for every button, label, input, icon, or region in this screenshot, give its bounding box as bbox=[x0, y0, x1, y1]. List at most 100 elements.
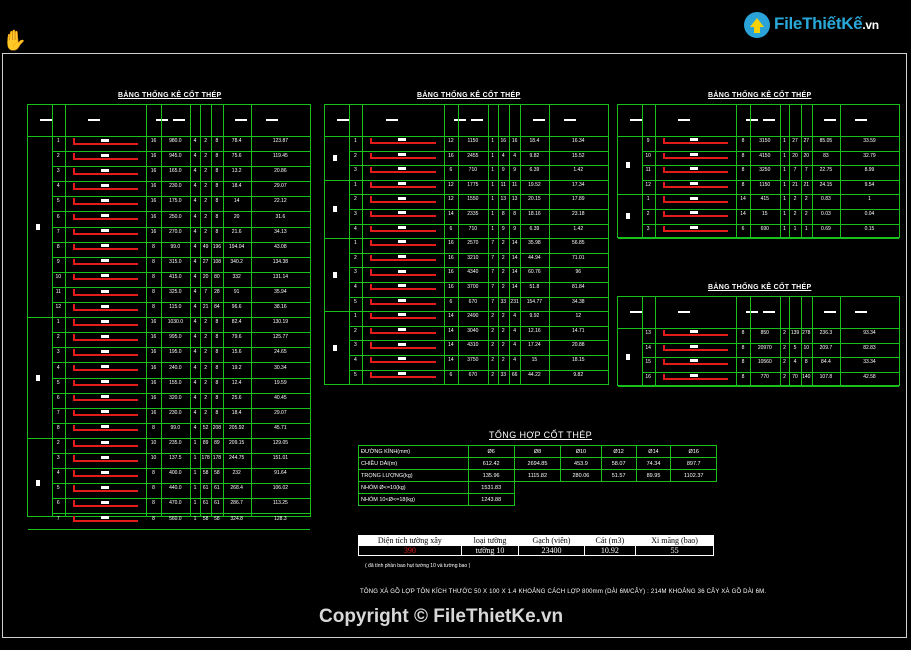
table-cell: 12 bbox=[55, 304, 62, 311]
rebar-hook bbox=[369, 181, 372, 189]
table-cell: 130.19 bbox=[272, 319, 289, 326]
table-cell: 1 bbox=[354, 181, 357, 188]
table-cell: 16 bbox=[150, 168, 157, 175]
table-cell: 850 bbox=[760, 330, 769, 336]
rebar-shape bbox=[662, 156, 728, 159]
table-cell: 14 bbox=[448, 313, 454, 320]
cell: Ø14 bbox=[635, 445, 672, 458]
table-cell: 1 bbox=[56, 319, 60, 326]
rebar-hook bbox=[662, 181, 665, 189]
table-row: 3 6 710 1 9 9 6.39 1.42 bbox=[349, 165, 608, 181]
table-cell: 11 bbox=[500, 181, 506, 188]
table-cell: 3 bbox=[56, 455, 60, 462]
table-cell: 29.07 bbox=[274, 183, 287, 190]
table-cell: 44.22 bbox=[528, 371, 541, 378]
table-cell: 3 bbox=[56, 349, 60, 356]
table-cell: 8 bbox=[56, 424, 60, 431]
cell: NHÓM 10<Ø<=18(kg) bbox=[358, 493, 469, 506]
group-cell bbox=[325, 136, 350, 181]
rebar-dimension-label bbox=[100, 485, 109, 489]
table-cell: 5 bbox=[56, 379, 60, 386]
table-row: 5 16 175.0 4 2 8 14 22.12 bbox=[51, 196, 310, 213]
rebar-dimension-label bbox=[397, 211, 406, 215]
rebar-dimension-label bbox=[397, 313, 406, 317]
group-label-mark bbox=[626, 354, 630, 360]
table-cell: 10 bbox=[803, 344, 810, 351]
table-cell: 2 bbox=[783, 373, 786, 380]
table-cell: 4 bbox=[193, 168, 197, 175]
group-cell bbox=[28, 317, 52, 439]
rebar-shape bbox=[369, 171, 436, 174]
cell: Gạch (viên) bbox=[518, 535, 585, 546]
table-cell: 4 bbox=[56, 183, 60, 190]
rebar-hook bbox=[72, 379, 75, 387]
table-cell: 8 bbox=[215, 334, 219, 341]
table-row: 4 8 400.0 1 58 58 232 91.64 bbox=[51, 468, 310, 485]
rebar-shape bbox=[369, 215, 436, 218]
table-row: 1 12 1775 1 11 11 19.52 17.34 bbox=[349, 180, 608, 196]
cell: 10.92 bbox=[583, 545, 637, 556]
rebar-hook bbox=[72, 455, 75, 462]
table-cell: 22.75 bbox=[819, 167, 833, 174]
table3-title: BẢNG THỐNG KÊ CỐT THÉP bbox=[708, 92, 812, 99]
table-row: 15 8 10560 2 4 8 84.4 33.34 bbox=[641, 357, 899, 373]
group-cell bbox=[325, 180, 350, 240]
table-cell: 6.39 bbox=[529, 167, 540, 174]
table-cell: 1 bbox=[193, 485, 197, 492]
table-cell: 165.0 bbox=[169, 168, 182, 175]
rebar-dimension-label bbox=[690, 182, 699, 186]
table-cell: 6.39 bbox=[529, 225, 540, 232]
table-cell: 96.6 bbox=[231, 304, 242, 311]
rebar-hook bbox=[369, 371, 372, 378]
table-cell: 235.0 bbox=[169, 440, 182, 446]
header-label-mark bbox=[824, 118, 837, 121]
group-cell bbox=[618, 328, 642, 387]
table-cell: 8 bbox=[152, 515, 155, 522]
table-cell: 670 bbox=[468, 371, 478, 378]
table-cell: 13 bbox=[511, 196, 518, 203]
rebar-shape bbox=[369, 332, 436, 335]
rebar-hook bbox=[72, 289, 75, 296]
rebar-dimension-label bbox=[100, 365, 109, 369]
table-cell: 16 bbox=[645, 373, 651, 380]
table-cell: 12.4 bbox=[231, 379, 242, 386]
rebar-hook bbox=[369, 152, 372, 159]
table-cell: 8 bbox=[152, 258, 155, 265]
rebar-dimension-label bbox=[397, 255, 406, 259]
table-cell: 16 bbox=[150, 153, 157, 160]
header-label-mark bbox=[385, 118, 398, 121]
header-label-mark bbox=[855, 118, 868, 121]
table-header bbox=[618, 105, 899, 137]
table-cell: 4 bbox=[193, 319, 197, 326]
header-label-mark bbox=[762, 118, 775, 121]
table-cell: 82.4 bbox=[231, 319, 242, 326]
site-logo[interactable]: FileThiếtKế.vn bbox=[742, 10, 892, 46]
table-cell: 119.45 bbox=[272, 153, 288, 160]
table-cell: 61 bbox=[202, 485, 209, 492]
rebar-hook bbox=[72, 243, 75, 251]
table-cell: 3210 bbox=[467, 254, 479, 261]
table-cell: 2 bbox=[501, 240, 505, 247]
rebar-shape bbox=[72, 444, 139, 447]
table-row: 10 8 4150 1 20 20 83 32.79 bbox=[641, 151, 899, 167]
table-cell: 4 bbox=[193, 198, 197, 205]
table-cell: 155.0 bbox=[169, 379, 182, 386]
rebar-shape bbox=[72, 278, 139, 281]
rebar-hook bbox=[72, 485, 75, 492]
table-cell: 4 bbox=[193, 379, 197, 386]
rebar-hook bbox=[72, 273, 75, 281]
table-header bbox=[28, 105, 310, 137]
table-cell: 4 bbox=[513, 327, 516, 334]
table-cell: 315.0 bbox=[169, 258, 182, 265]
table-cell: 2335 bbox=[467, 211, 479, 217]
header-label-mark bbox=[855, 310, 868, 313]
table-cell: 20 bbox=[233, 213, 240, 220]
rebar-dimension-label bbox=[100, 183, 109, 187]
table-row: 4 16 3700 7 2 14 51.8 81.84 bbox=[349, 282, 608, 298]
table-cell: 128.3 bbox=[274, 515, 287, 522]
rebar-dimension-label bbox=[100, 395, 109, 399]
rebar-hook bbox=[662, 196, 665, 203]
table-cell: 2 bbox=[491, 371, 495, 378]
rebar-shape bbox=[72, 142, 139, 145]
table-cell: 560.0 bbox=[169, 515, 182, 522]
